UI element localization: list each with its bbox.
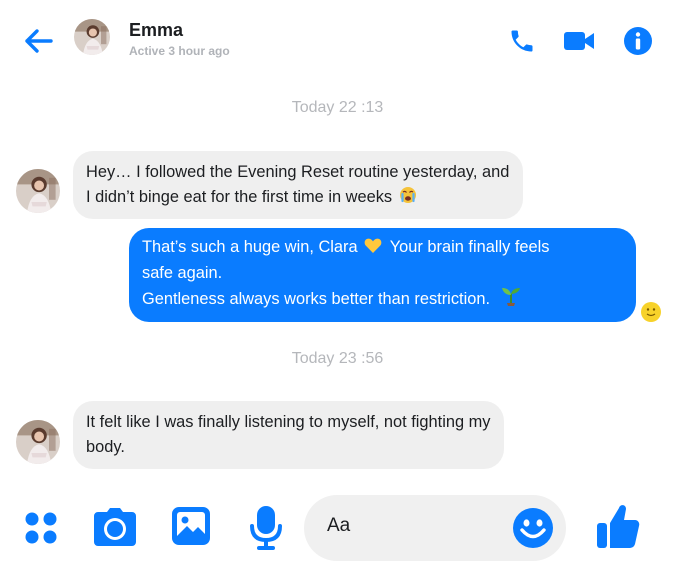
camera-icon xyxy=(94,508,136,546)
like-button[interactable] xyxy=(593,500,643,552)
smiley-icon xyxy=(513,508,553,548)
microphone-icon xyxy=(250,506,282,550)
message-line: I didn’t binge eat for the first time in… xyxy=(86,185,509,210)
message-line: That’s such a huge win, Clara Your brain… xyxy=(142,238,550,256)
phone-icon xyxy=(511,30,533,52)
message-line: body. xyxy=(86,438,125,456)
voice-message-button[interactable] xyxy=(247,504,285,552)
arrow-left-icon xyxy=(25,29,53,53)
message-input[interactable] xyxy=(327,515,497,537)
message-composer xyxy=(0,490,675,579)
yellow-heart-emoji xyxy=(364,238,382,253)
message-line: Gentleness always works better than rest… xyxy=(142,286,624,313)
crying-face-emoji xyxy=(399,187,416,203)
incoming-message[interactable]: Hey… I followed the Evening Reset routin… xyxy=(73,151,524,219)
info-icon xyxy=(624,27,652,55)
incoming-message[interactable]: It felt like I was finally listening to … xyxy=(73,401,505,469)
seen-reaction-icon xyxy=(641,302,661,322)
gallery-button[interactable] xyxy=(170,505,212,547)
message-input-container[interactable] xyxy=(304,495,566,561)
message-line: Hey… I followed the Evening Reset routin… xyxy=(86,163,510,181)
seedling-emoji xyxy=(501,288,520,306)
video-call-button[interactable] xyxy=(562,25,596,57)
thumbs-up-icon xyxy=(597,505,640,548)
camera-button[interactable] xyxy=(91,504,139,550)
sender-avatar[interactable] xyxy=(16,420,60,464)
back-button[interactable] xyxy=(22,26,54,56)
outgoing-message[interactable]: That’s such a huge win, Clara Your brain… xyxy=(129,228,636,322)
emoji-button[interactable] xyxy=(511,506,555,550)
contact-name[interactable]: Emma xyxy=(129,20,183,41)
info-button[interactable] xyxy=(621,25,655,57)
message-line: It felt like I was finally listening to … xyxy=(86,413,491,431)
contact-avatar[interactable] xyxy=(74,19,110,55)
timestamp: Today 22 :13 xyxy=(291,99,384,116)
message-line: safe again. xyxy=(142,263,223,282)
apps-button[interactable] xyxy=(20,507,62,549)
call-button[interactable] xyxy=(505,25,539,57)
image-icon xyxy=(172,507,210,545)
timestamp: Today 23 :56 xyxy=(291,350,384,367)
video-camera-icon xyxy=(564,32,594,50)
contact-status: Active 3 hour ago xyxy=(129,44,230,58)
sender-avatar[interactable] xyxy=(16,169,60,213)
apps-grid-icon xyxy=(25,512,57,544)
chat-header: Emma Active 3 hour ago xyxy=(0,0,675,82)
